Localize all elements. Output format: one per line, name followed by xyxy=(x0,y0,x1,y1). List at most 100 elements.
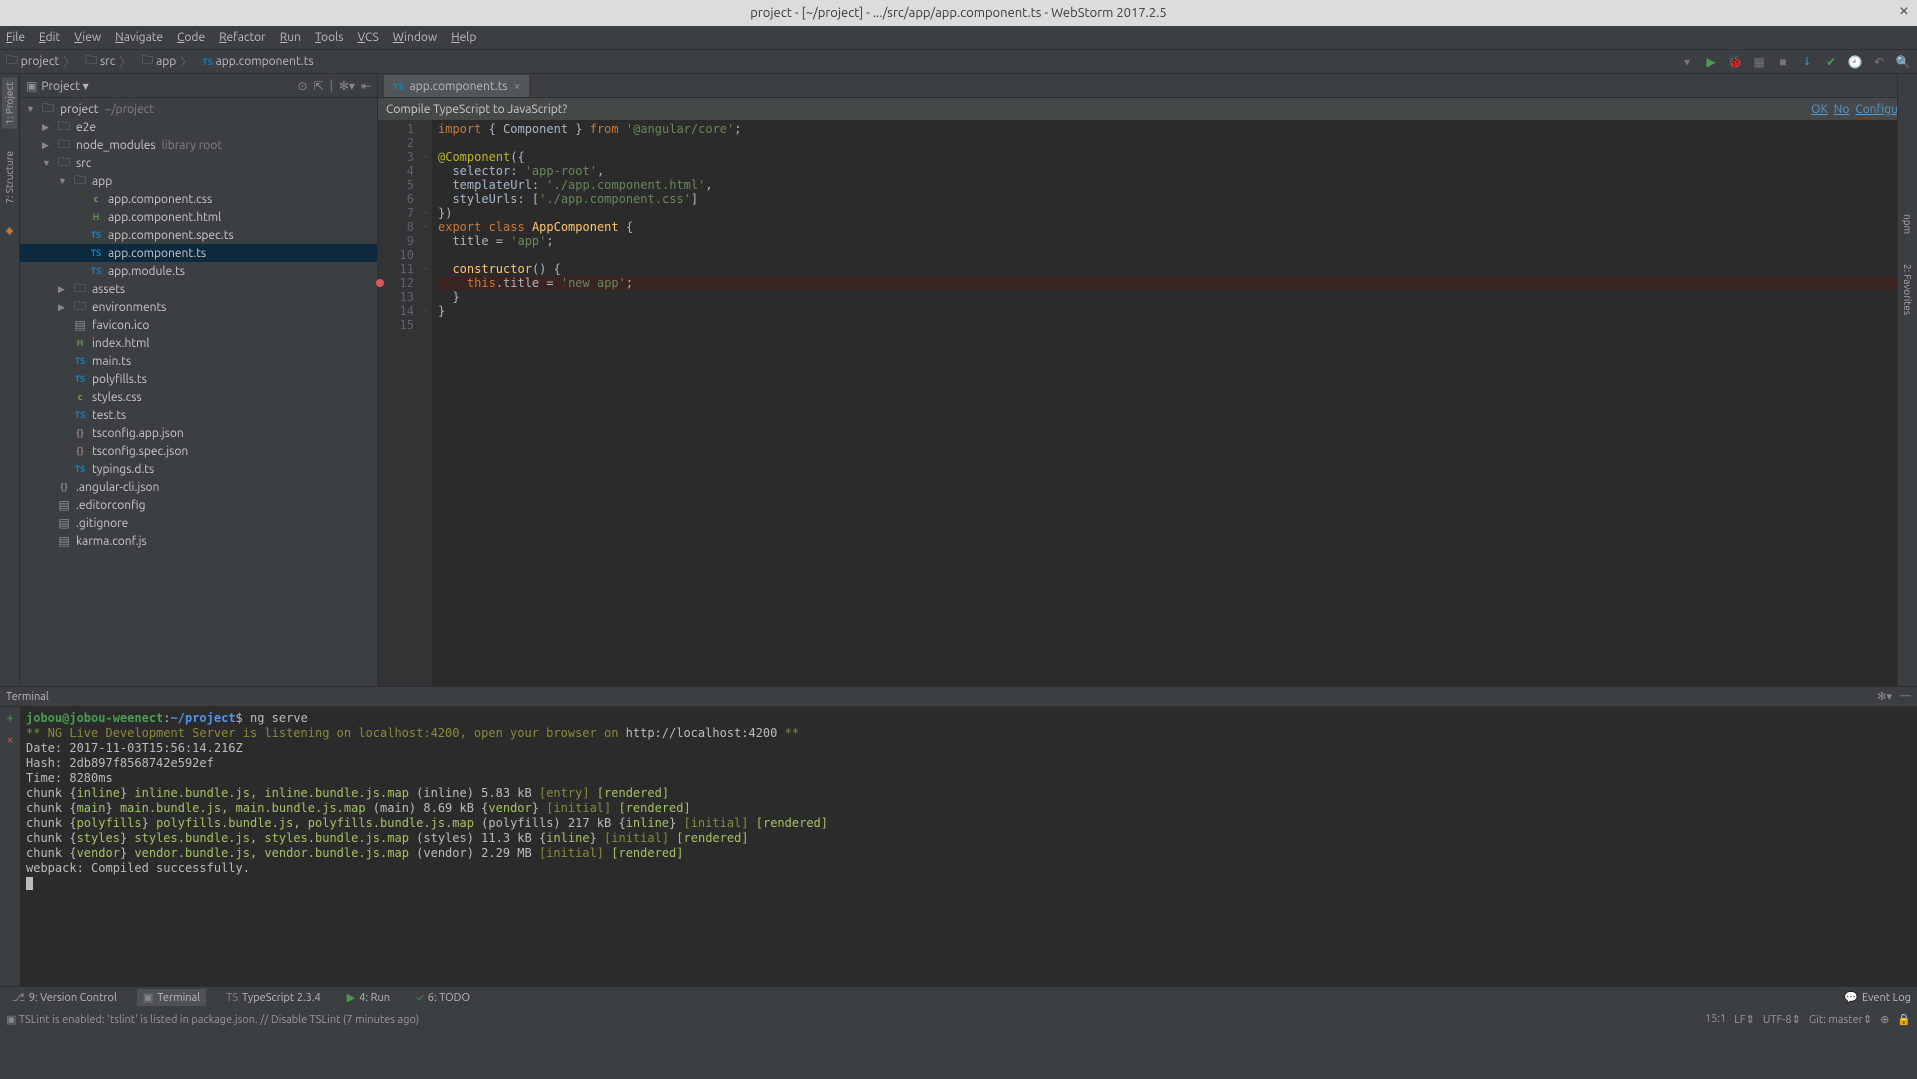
breadcrumb-app[interactable]: 🗀 app〉 xyxy=(141,51,196,72)
scroll-from-source-icon[interactable]: ⊙ xyxy=(298,79,308,93)
project-tool-window: ▣ Project ▾ ⊙ ⇱ | ✻▾ ⇤ ▼🗀project~/projec… xyxy=(20,74,378,686)
tree-item-app[interactable]: ▼🗀app xyxy=(20,172,377,190)
search-everywhere-icon[interactable]: 🔍 xyxy=(1895,54,1911,70)
run-config-dropdown[interactable]: ▾ xyxy=(1679,54,1695,70)
panel-divider: | xyxy=(330,79,333,93)
terminal-header: Terminal ✻▾ — xyxy=(0,687,1917,707)
tree-item--gitignore[interactable]: ▤.gitignore xyxy=(20,514,377,532)
menu-run[interactable]: Run xyxy=(280,31,301,44)
bottom-tool-4--run[interactable]: ▶4: Run xyxy=(341,989,396,1006)
breakpoint-marker[interactable] xyxy=(376,279,384,287)
vcs-update-icon[interactable]: ⭣ xyxy=(1799,54,1815,70)
compile-link-no[interactable]: No xyxy=(1834,103,1850,116)
right-tab-2--favorites[interactable]: 2: Favorites xyxy=(1902,264,1913,315)
event-log-button[interactable]: 💬 Event Log xyxy=(1844,991,1911,1004)
close-tab-icon[interactable]: × xyxy=(514,80,521,93)
menu-view[interactable]: View xyxy=(74,31,101,44)
menu-edit[interactable]: Edit xyxy=(39,31,60,44)
coverage-icon[interactable]: ▦ xyxy=(1751,54,1767,70)
status-item[interactable]: 🔒 xyxy=(1897,1013,1911,1026)
tree-item-app-module-ts[interactable]: app.module.ts xyxy=(20,262,377,280)
side-tab-7--structure[interactable]: 7: Structure xyxy=(2,147,17,208)
hide-panel-icon[interactable]: ⇤ xyxy=(361,79,371,93)
toolbar-right: ▾ ▶ 🐞 ▦ ■ ⭣ ✔ 🕘 ↶ 🔍 xyxy=(1679,54,1911,70)
tree-item-environments[interactable]: ▶🗀environments xyxy=(20,298,377,316)
tree-item--angular-cli-json[interactable]: .angular-cli.json xyxy=(20,478,377,496)
collapse-all-icon[interactable]: ⇱ xyxy=(314,79,324,93)
window-title: project - [~/project] - .../src/app/app.… xyxy=(750,6,1166,20)
code-editor[interactable]: 123456789101112131415 ----- import { Com… xyxy=(378,120,1917,686)
tree-item-e2e[interactable]: ▶🗀e2e xyxy=(20,118,377,136)
status-item[interactable]: LF⇕ xyxy=(1734,1013,1755,1026)
editor-area: app.component.ts × Compile TypeScript to… xyxy=(378,74,1917,686)
tree-item-tsconfig-app-json[interactable]: tsconfig.app.json xyxy=(20,424,377,442)
status-item[interactable]: ⊕ xyxy=(1880,1013,1889,1026)
tree-item-node_modules[interactable]: ▶🗀node_moduleslibrary root xyxy=(20,136,377,154)
tree-item--editorconfig[interactable]: ▤.editorconfig xyxy=(20,496,377,514)
window-close-button[interactable]: × xyxy=(1899,0,1909,20)
breadcrumb-src[interactable]: 🗀 src〉 xyxy=(85,51,135,72)
menu-file[interactable]: File xyxy=(6,31,25,44)
status-bar: ▣ TSLint is enabled: 'tslint' is listed … xyxy=(0,1008,1917,1030)
status-item[interactable]: 15:1 xyxy=(1705,1013,1726,1026)
bottom-tool-terminal[interactable]: ▣Terminal xyxy=(137,989,206,1006)
status-item[interactable]: Git: master⇕ xyxy=(1809,1013,1872,1026)
tree-item-project[interactable]: ▼🗀project~/project xyxy=(20,100,377,118)
breadcrumb-project[interactable]: 🗀 project〉 xyxy=(6,51,79,72)
tree-item-test-ts[interactable]: test.ts xyxy=(20,406,377,424)
tree-item-favicon-ico[interactable]: ▤favicon.ico xyxy=(20,316,377,334)
terminal-close-session-icon[interactable]: × xyxy=(6,733,13,747)
status-item[interactable]: UTF-8⇕ xyxy=(1763,1013,1801,1026)
tree-item-app-component-ts[interactable]: app.component.ts xyxy=(20,244,377,262)
side-tab-1--project[interactable]: 1: Project xyxy=(2,78,17,129)
editor-tab-app-component[interactable]: app.component.ts × xyxy=(384,75,529,97)
editor-tab-label: app.component.ts xyxy=(410,80,508,93)
menu-tools[interactable]: Tools xyxy=(315,31,344,44)
terminal-output[interactable]: jobou@jobou-weenect:~/project$ ng serve*… xyxy=(20,707,1917,986)
bottom-tool-typescript-2-3-4[interactable]: TSTypeScript 2.3.4 xyxy=(220,989,327,1006)
tree-item-app-component-html[interactable]: app.component.html xyxy=(20,208,377,226)
menu-window[interactable]: Window xyxy=(393,31,437,44)
vcs-revert-icon[interactable]: ↶ xyxy=(1871,54,1887,70)
terminal-side-toolbar: + × xyxy=(0,707,20,986)
bottom-tool-6--todo[interactable]: ✓6: TODO xyxy=(410,989,476,1006)
tree-item-app-component-css[interactable]: app.component.css xyxy=(20,190,377,208)
menu-help[interactable]: Help xyxy=(451,31,476,44)
left-tool-stripe: 1: Project7: Structure⬥ xyxy=(0,74,20,686)
tree-item-polyfills-ts[interactable]: polyfills.ts xyxy=(20,370,377,388)
right-tab-npm[interactable]: npm xyxy=(1902,214,1913,234)
tree-item-tsconfig-spec-json[interactable]: tsconfig.spec.json xyxy=(20,442,377,460)
menu-refactor[interactable]: Refactor xyxy=(219,31,266,44)
tree-item-styles-css[interactable]: styles.css xyxy=(20,388,377,406)
editor-gutter[interactable]: 123456789101112131415 xyxy=(378,120,420,686)
compile-ts-prompt: Compile TypeScript to JavaScript? OKNoCo… xyxy=(378,98,1917,120)
vcs-commit-icon[interactable]: ✔ xyxy=(1823,54,1839,70)
terminal-settings-icon[interactable]: ✻▾ xyxy=(1877,690,1892,703)
stop-icon[interactable]: ■ xyxy=(1775,54,1791,70)
panel-settings-icon[interactable]: ✻▾ xyxy=(339,79,355,93)
fold-column[interactable]: ----- xyxy=(420,120,432,686)
menu-vcs[interactable]: VCS xyxy=(357,31,378,44)
tree-item-main-ts[interactable]: main.ts xyxy=(20,352,377,370)
run-icon[interactable]: ▶ xyxy=(1703,54,1719,70)
tree-item-index-html[interactable]: index.html xyxy=(20,334,377,352)
project-view-selector[interactable]: Project ▾ xyxy=(41,79,88,93)
tree-item-assets[interactable]: ▶🗀assets xyxy=(20,280,377,298)
terminal-hide-icon[interactable]: — xyxy=(1900,690,1911,703)
debug-icon[interactable]: 🐞 xyxy=(1727,54,1743,70)
bottom-tool-stripe: ⎇9: Version Control ▣Terminal TSTypeScript… xyxy=(0,986,1917,1008)
tree-item-app-component-spec-ts[interactable]: app.component.spec.ts xyxy=(20,226,377,244)
code-text[interactable]: import { Component } from '@angular/core… xyxy=(432,120,1917,686)
project-tree[interactable]: ▼🗀project~/project▶🗀e2e▶🗀node_moduleslib… xyxy=(20,98,377,686)
bottom-tool-9--version-control[interactable]: ⎇9: Version Control xyxy=(6,989,123,1006)
menu-navigate[interactable]: Navigate xyxy=(115,31,163,44)
tree-item-typings-d-ts[interactable]: typings.d.ts xyxy=(20,460,377,478)
breadcrumb-app-component-ts[interactable]: app.component.ts xyxy=(202,55,313,68)
compile-link-ok[interactable]: OK xyxy=(1811,103,1828,116)
terminal-new-session-icon[interactable]: + xyxy=(6,711,13,725)
tree-item-src[interactable]: ▼🗀src xyxy=(20,154,377,172)
status-notification[interactable]: ▣ TSLint is enabled: 'tslint' is listed … xyxy=(6,1013,419,1026)
menu-code[interactable]: Code xyxy=(177,31,205,44)
tree-item-karma-conf-js[interactable]: ▤karma.conf.js xyxy=(20,532,377,550)
vcs-history-icon[interactable]: 🕘 xyxy=(1847,54,1863,70)
